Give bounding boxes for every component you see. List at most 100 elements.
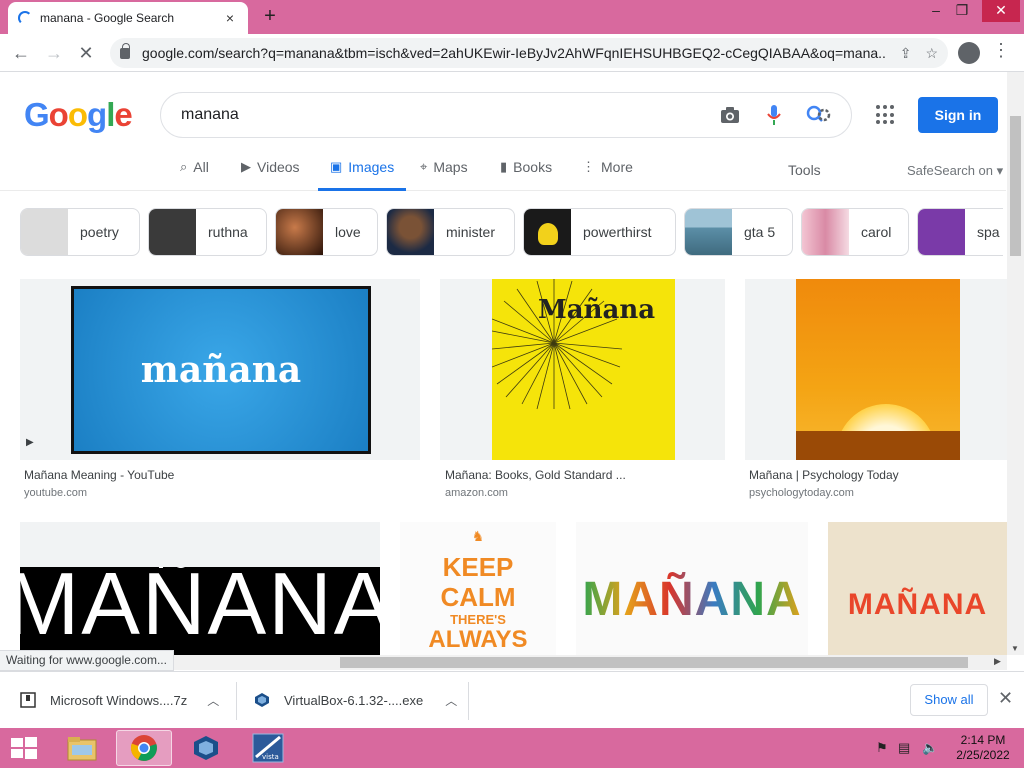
tab-images[interactable]: ▣ Images (317, 159, 407, 191)
folder-icon (67, 737, 97, 761)
tab-close-icon[interactable]: × (222, 10, 238, 26)
download-divider (236, 682, 237, 720)
tab-books[interactable]: ▮ Books (500, 159, 552, 189)
show-all-downloads-button[interactable]: Show all (910, 684, 988, 716)
tab-label: All (193, 159, 209, 175)
result-image-black-manana[interactable]: MAÑANA (20, 522, 380, 655)
related-chip[interactable]: love (275, 208, 378, 256)
image-icon: ▣ (330, 159, 343, 174)
system-clock[interactable]: 2:14 PM 2/25/2022 (948, 733, 1018, 763)
more-vert-icon: ⋮ (582, 159, 595, 174)
google-apps-icon[interactable] (876, 105, 896, 125)
result-source[interactable]: psychologytoday.com (749, 487, 854, 499)
related-chip[interactable]: spa (917, 208, 1003, 256)
browser-menu-icon[interactable]: ⋮ (992, 40, 1010, 61)
tab-all[interactable]: ⌕ All (180, 159, 209, 189)
network-icon[interactable]: ▤ (898, 740, 910, 756)
result-source[interactable]: amazon.com (445, 487, 508, 499)
chip-label: powerthirst (583, 224, 652, 240)
browser-tab[interactable]: manana - Google Search × (8, 2, 248, 34)
related-chip[interactable]: carol (801, 208, 909, 256)
chip-label: carol (861, 224, 892, 240)
taskbar-vista-vm[interactable]: vista (240, 730, 296, 766)
download-shelf: Microsoft Windows....7z ︿ VirtualBox-6.1… (0, 671, 1024, 728)
safesearch-toggle[interactable]: SafeSearch on ▾ (907, 163, 1003, 179)
vista-vm-icon: vista (252, 733, 284, 763)
logo-letter: g (87, 96, 107, 133)
taskbar-file-explorer[interactable] (54, 730, 110, 766)
search-box[interactable]: manana (160, 92, 852, 138)
result-image-orange[interactable]: MAÑANA (828, 522, 1007, 655)
minimize-button[interactable]: – (922, 0, 950, 22)
scroll-right-arrow-icon[interactable]: ▶ (994, 656, 1001, 667)
result-image-psychology[interactable] (745, 279, 1007, 460)
result-source[interactable]: youtube.com (24, 487, 87, 499)
tab-videos[interactable]: ▶ Videos (241, 159, 300, 189)
virtualbox-icon (194, 736, 218, 760)
vertical-scrollbar[interactable]: ▼ (1007, 72, 1024, 655)
vertical-scrollbar-thumb[interactable] (1010, 116, 1021, 256)
related-chip[interactable]: poetry (20, 208, 140, 256)
scroll-down-arrow-icon[interactable]: ▼ (1011, 644, 1019, 653)
chevron-up-icon[interactable]: ︿ (207, 692, 219, 709)
lens-search-icon[interactable] (805, 102, 831, 128)
black-banner-image: MAÑANA (20, 567, 380, 655)
back-button[interactable]: ← (9, 41, 33, 65)
horizontal-scrollbar-thumb[interactable] (340, 657, 968, 668)
chip-thumbnail (276, 209, 323, 255)
taskbar-chrome[interactable] (116, 730, 172, 766)
book-cover-image: Mañana (492, 279, 675, 460)
result-title[interactable]: Mañana | Psychology Today (749, 468, 899, 482)
loading-spinner-icon (18, 11, 32, 25)
result-image-keepcalm[interactable]: ♞ KEEP CALM THERE'S ALWAYS (400, 522, 556, 655)
related-chip[interactable]: minister (386, 208, 515, 256)
sunrise-image (796, 279, 960, 460)
forward-button[interactable]: → (42, 41, 66, 65)
tab-more[interactable]: ⋮ More (582, 159, 633, 189)
google-logo[interactable]: Google (24, 96, 133, 134)
restore-button[interactable]: ❐ (948, 0, 976, 22)
stop-loading-button[interactable]: ✕ (74, 41, 98, 65)
tab-label: Images (348, 159, 395, 175)
address-bar[interactable]: google.com/search?q=manana&tbm=isch&ved=… (110, 38, 948, 68)
chip-label: spa (977, 224, 1000, 240)
search-tabs: ⌕ All ▶ Videos ▣ Images ⌖ Maps ▮ Books ⋮ More (0, 150, 1006, 191)
share-icon[interactable]: ⇪ (900, 45, 912, 62)
result-title[interactable]: Mañana Meaning - YouTube (24, 468, 174, 482)
close-icon[interactable]: ✕ (998, 688, 1013, 709)
tab-label: More (601, 159, 633, 175)
volume-muted-icon[interactable]: 🔈 (922, 740, 938, 756)
result-title[interactable]: Mañana: Books, Gold Standard ... (445, 468, 626, 482)
result-image-youtube[interactable]: mañana ▶ (20, 279, 420, 460)
download-item[interactable]: Microsoft Windows....7z ︿ (20, 680, 219, 720)
search-icon: ⌕ (180, 159, 188, 174)
camera-icon[interactable] (717, 102, 743, 128)
chip-thumbnail (918, 209, 965, 255)
related-chip[interactable]: gta 5 (684, 208, 793, 256)
chevron-up-icon[interactable]: ︿ (445, 692, 457, 709)
chip-label: minister (446, 224, 496, 240)
close-window-button[interactable]: ✕ (982, 0, 1020, 22)
tab-maps[interactable]: ⌖ Maps (420, 159, 468, 189)
download-item[interactable]: VirtualBox-6.1.32-....exe ︿ (254, 680, 457, 720)
related-chip[interactable]: ruthna (148, 208, 267, 256)
taskbar-virtualbox[interactable] (178, 730, 234, 766)
windows-start-icon[interactable] (10, 736, 38, 760)
related-chip[interactable]: powerthirst (523, 208, 676, 256)
archive-file-icon (20, 692, 36, 708)
sign-in-button[interactable]: Sign in (918, 97, 998, 133)
chip-label: poetry (80, 224, 119, 240)
new-tab-button[interactable]: + (258, 5, 282, 29)
tools-button[interactable]: Tools (788, 162, 821, 178)
profile-avatar-icon[interactable] (958, 42, 980, 64)
flag-notification-icon[interactable]: ⚑ (876, 740, 888, 756)
bookmark-star-icon[interactable]: ☆ (925, 45, 938, 62)
chip-thumbnail (685, 209, 732, 255)
result-image-amazon[interactable]: Mañana (440, 279, 725, 460)
search-input[interactable]: manana (181, 106, 699, 124)
logo-letter: G (24, 96, 50, 133)
banner-text: MAÑANA (20, 567, 380, 653)
result-image-colorful[interactable]: MAÑANA (576, 522, 808, 655)
thumbnail-caption: Mañana (538, 295, 656, 325)
microphone-icon[interactable] (761, 102, 787, 128)
